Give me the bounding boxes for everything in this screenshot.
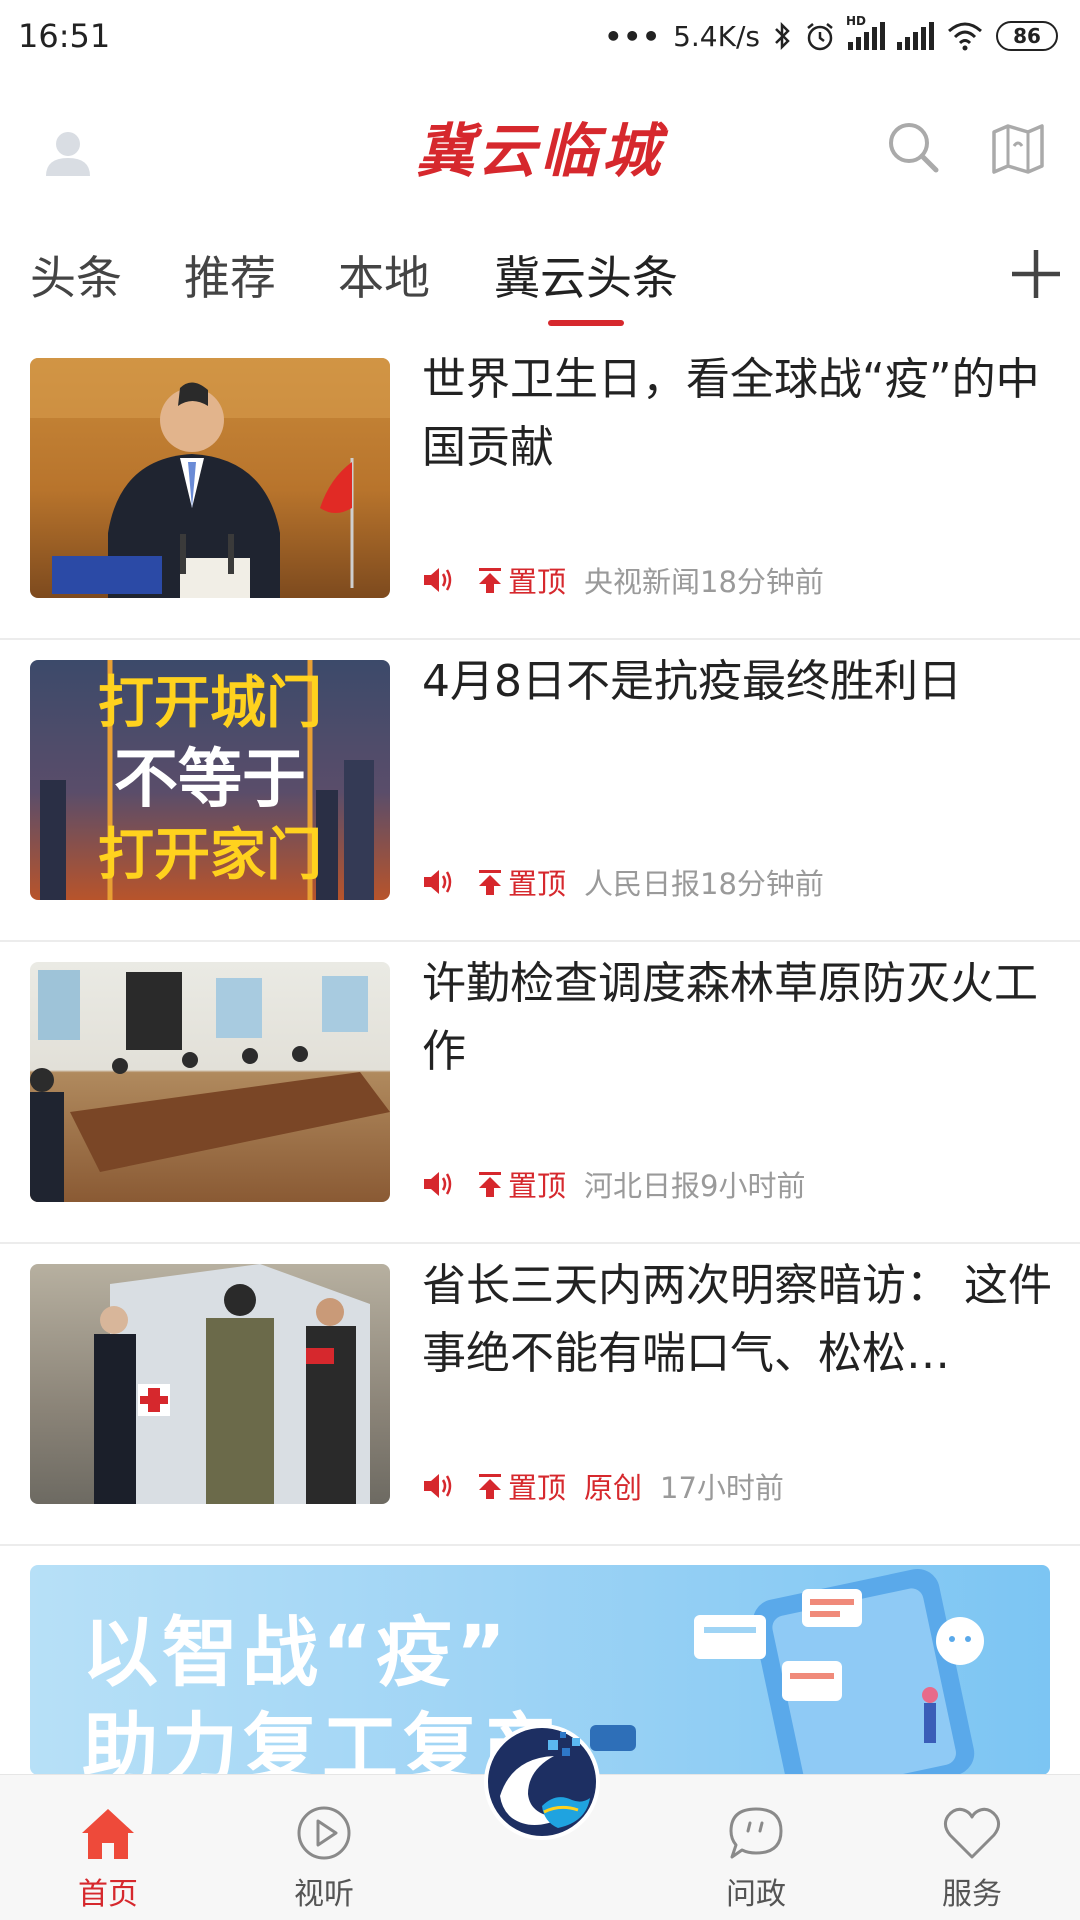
thumbnail-text: 不等于 [114, 743, 306, 817]
speaker-icon[interactable] [422, 566, 454, 594]
tab-jiyun-headlines[interactable]: 冀云头条 [494, 242, 678, 308]
status-time: 16:51 [18, 17, 111, 55]
thumbnail-text: 打开城门 [98, 671, 322, 736]
pinned-badge: 置顶 [476, 559, 566, 601]
app-logo-icon[interactable] [482, 1722, 602, 1842]
news-image [30, 358, 390, 598]
dots-icon: ••• [604, 19, 662, 53]
pinned-badge: 置顶 [476, 1163, 566, 1205]
pin-label: 置顶 [508, 1471, 567, 1505]
pin-label: 置顶 [508, 1169, 567, 1203]
news-title[interactable]: 世界卫生日，看全球战“疫”的中国贡献 [422, 346, 1054, 482]
tab-recommended[interactable]: 推荐 [184, 242, 276, 308]
news-source: 人民日报18分钟前 [584, 867, 824, 901]
home-icon [82, 1809, 134, 1859]
chat-icon [729, 1807, 783, 1859]
nav-inquiry[interactable]: 问政 [648, 1775, 864, 1920]
news-source: 央视新闻18分钟前 [584, 565, 824, 599]
news-thumbnail [30, 1264, 390, 1504]
status-bar: 16:51 ••• 5.4K/s HD 86 [0, 0, 1080, 72]
pin-top-icon [479, 568, 501, 593]
nav-home[interactable]: 首页 [0, 1775, 216, 1920]
pinned-badge: 置顶 [476, 861, 566, 903]
network-speed: 5.4K/s [673, 19, 760, 53]
speaker-icon[interactable] [422, 1170, 454, 1198]
nav-service[interactable]: 服务 [864, 1775, 1080, 1920]
news-thumbnail: 打开城门 不等于 打开家门 [30, 660, 390, 900]
news-thumbnail [30, 962, 390, 1202]
news-source: 17小时前 [660, 1471, 784, 1505]
wifi-icon [948, 22, 982, 51]
signal-icon: HD [846, 14, 885, 50]
battery-icon: 86 [996, 21, 1058, 51]
pinned-badge: 置顶 [476, 1465, 566, 1507]
thumbnail-text: 打开家门 [98, 823, 322, 888]
tab-headlines[interactable]: 头条 [30, 242, 122, 308]
heart-icon [943, 1807, 1001, 1859]
pin-label: 置顶 [508, 867, 567, 901]
news-title[interactable]: 许勤检查调度森林草原防灭火工作 [422, 950, 1054, 1086]
nav-label: 问政 [726, 1877, 786, 1912]
news-item[interactable]: 省长三天内两次明察暗访： 这件事绝不能有喘口气、松松… 置顶 原创 17小时前 [0, 1244, 1080, 1546]
news-meta: 置顶 央视新闻18分钟前 [422, 560, 824, 600]
nav-video[interactable]: 视听 [216, 1775, 432, 1920]
nav-label: 视听 [294, 1877, 354, 1912]
search-icon[interactable] [884, 118, 944, 178]
banner-line-1: 以智战“疫” [82, 1608, 510, 1697]
news-image [30, 970, 390, 1202]
news-title[interactable]: 省长三天内两次明察暗访： 这件事绝不能有喘口气、松松… [422, 1252, 1054, 1388]
speaker-icon[interactable] [422, 868, 454, 896]
nav-label: 服务 [942, 1877, 1002, 1912]
news-item[interactable]: 打开城门 不等于 打开家门 4月8日不是抗疫最终胜利日 置顶 人民日报18分钟前 [0, 640, 1080, 942]
hd-label: HD [846, 14, 867, 28]
news-meta: 置顶 人民日报18分钟前 [422, 862, 824, 902]
signal-icon [897, 22, 934, 50]
map-icon[interactable] [988, 118, 1048, 178]
news-meta: 置顶 河北日报9小时前 [422, 1164, 805, 1204]
play-icon [297, 1806, 351, 1860]
news-item[interactable]: 世界卫生日，看全球战“疫”的中国贡献 置顶 央视新闻18分钟前 [0, 338, 1080, 640]
pin-label: 置顶 [508, 565, 567, 599]
active-tab-indicator [548, 320, 624, 326]
pin-top-icon [479, 1172, 501, 1197]
tab-local[interactable]: 本地 [338, 242, 430, 308]
pin-top-icon [479, 1474, 501, 1499]
alarm-icon [807, 23, 833, 51]
news-item[interactable]: 许勤检查调度森林草原防灭火工作 置顶 河北日报9小时前 [0, 942, 1080, 1244]
app-header: 冀云临城 [0, 72, 1080, 220]
news-meta: 置顶 原创 17小时前 [422, 1466, 784, 1506]
news-title[interactable]: 4月8日不是抗疫最终胜利日 [422, 648, 1054, 716]
original-tag: 原创 [584, 1471, 643, 1505]
category-tabs: 头条 推荐 本地 冀云头条 [0, 230, 1080, 330]
news-thumbnail [30, 358, 390, 598]
nav-label: 首页 [78, 1877, 138, 1912]
plus-icon[interactable] [1008, 246, 1064, 302]
news-image [94, 1264, 370, 1504]
news-source: 河北日报9小时前 [584, 1169, 806, 1203]
bluetooth-icon [775, 21, 790, 51]
pin-top-icon [479, 870, 501, 895]
status-icons: ••• 5.4K/s HD 86 [604, 14, 1058, 53]
speaker-icon[interactable] [422, 1472, 454, 1500]
